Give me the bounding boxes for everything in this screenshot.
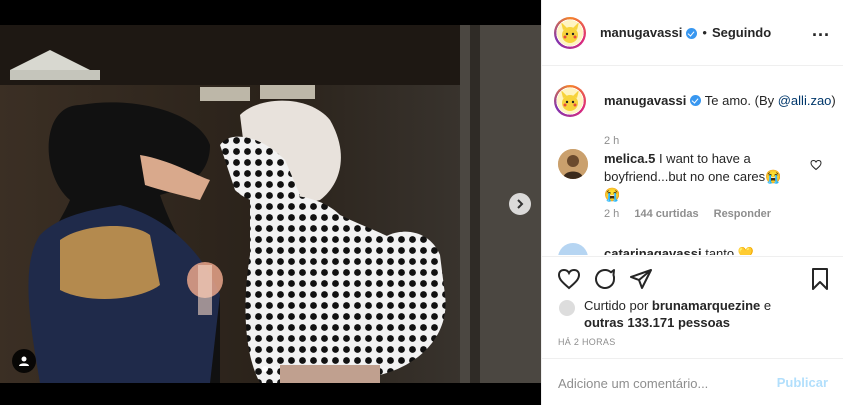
- comment-text: melica.5 I want to have a boyfriend...bu…: [604, 150, 809, 204]
- caption-body: Te amo. (By: [704, 93, 778, 108]
- reply-button[interactable]: Responder: [714, 208, 771, 220]
- comment-icon[interactable]: [593, 267, 617, 291]
- comment-text: catarinagavassi tanto 💛: [604, 246, 754, 255]
- verified-badge-icon: [690, 95, 702, 106]
- commenter-avatar[interactable]: [558, 243, 588, 255]
- separator-dot: •: [702, 25, 707, 40]
- post-photo: [0, 25, 541, 383]
- carousel-dot: [262, 366, 268, 372]
- post-header: manugavassi • Seguindo ...: [542, 0, 843, 66]
- bookmark-icon[interactable]: [808, 267, 832, 291]
- comment-emoji: 😭: [604, 187, 621, 202]
- caption-mention-link[interactable]: @alli.zao: [778, 93, 832, 108]
- post-sidebar: manugavassi • Seguindo ... manugavassi T…: [541, 0, 843, 405]
- comment-like-heart-icon[interactable]: [810, 159, 822, 171]
- user-tag-icon: [19, 356, 29, 366]
- publish-button[interactable]: Publicar: [777, 375, 828, 390]
- liked-by-prefix: Curtido por: [584, 298, 652, 313]
- comment-meta: 2 h 144 curtidas Responder: [604, 208, 783, 220]
- comment-body: tanto 💛: [705, 246, 754, 255]
- liked-by: Curtido por brunamarquezine e outras 133…: [558, 297, 838, 331]
- caption-avatar[interactable]: [554, 85, 586, 117]
- carousel-next-button[interactable]: [509, 193, 531, 215]
- author-username[interactable]: manugavassi: [600, 25, 682, 40]
- caption-time[interactable]: 2 h: [604, 135, 619, 147]
- commenter-avatar[interactable]: [558, 149, 588, 179]
- carousel-dot: [272, 366, 278, 372]
- commenter-username[interactable]: melica.5: [604, 151, 655, 166]
- author-avatar[interactable]: [554, 16, 586, 49]
- user-tag-button[interactable]: [12, 349, 36, 373]
- verified-badge-icon: [686, 28, 698, 39]
- liker-username[interactable]: brunamarquezine: [652, 298, 760, 313]
- pikachu-avatar-icon: [561, 90, 579, 111]
- comments-list[interactable]: manugavassi Te amo. (By @alli.zao) 2 h m…: [542, 67, 843, 255]
- commenter-username[interactable]: catarinagavassi: [604, 246, 702, 255]
- comment-input[interactable]: [558, 373, 768, 393]
- avatar-photo: [558, 149, 588, 179]
- comment-time[interactable]: 2 h: [604, 208, 619, 220]
- heart-icon[interactable]: [557, 267, 581, 291]
- comment-likes[interactable]: 144 curtidas: [634, 208, 698, 220]
- post-media[interactable]: [0, 0, 541, 405]
- more-options-button[interactable]: ...: [812, 21, 830, 39]
- pikachu-avatar-icon: [561, 21, 579, 43]
- liker-avatar[interactable]: [558, 299, 576, 317]
- add-comment-bar: Publicar: [542, 358, 843, 405]
- chevron-right-icon: [517, 199, 524, 209]
- post-timestamp[interactable]: HÁ 2 HORAS: [558, 337, 616, 347]
- liked-by-middle: e: [760, 298, 772, 313]
- caption-text: manugavassi Te amo. (By @alli.zao): [604, 92, 843, 110]
- liked-by-others[interactable]: outras 133.171 pessoas: [584, 315, 730, 330]
- share-icon[interactable]: [629, 267, 653, 291]
- caption-body-end: ): [831, 93, 836, 108]
- carousel-indicator: [262, 366, 278, 372]
- action-bar: [542, 256, 843, 300]
- caption-username[interactable]: manugavassi: [604, 93, 686, 108]
- following-button[interactable]: Seguindo: [712, 25, 771, 40]
- post-modal: manugavassi • Seguindo ... manugavassi T…: [0, 0, 843, 405]
